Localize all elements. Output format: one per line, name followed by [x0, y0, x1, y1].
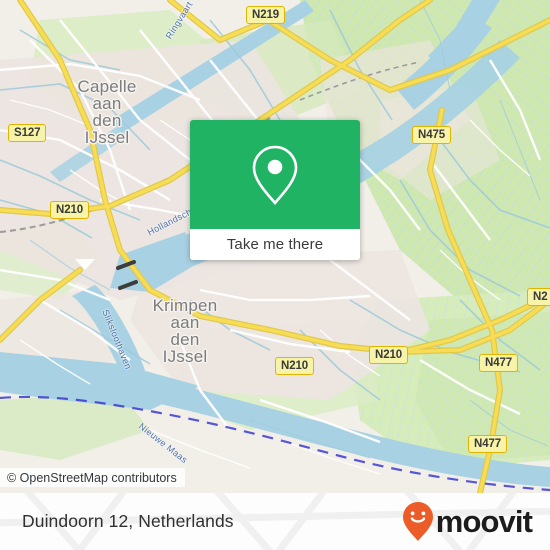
road-shield-n475[interactable]: N475 [412, 126, 452, 144]
location-popup[interactable]: Take me there [190, 120, 360, 260]
popup-body: Take me there [190, 120, 360, 260]
road-shield-n2-clipped[interactable]: N2 [527, 288, 550, 306]
moovit-logo[interactable]: moovit [402, 502, 533, 541]
popup-pointer-tail [75, 259, 95, 270]
take-me-there-label: Take me there [226, 236, 324, 253]
popup-action-bar[interactable]: Take me there [190, 229, 360, 260]
road-shield-n210-south[interactable]: N210 [275, 357, 315, 375]
road-shield-n210-southeast[interactable]: N210 [369, 346, 409, 364]
map-screen: Capelle aan den IJssel Krimpen aan den I… [0, 0, 550, 550]
moovit-wordmark: moovit [435, 504, 533, 539]
road-shield-n477-east[interactable]: N477 [479, 354, 519, 372]
moovit-smiley-pin-icon [402, 502, 433, 541]
road-shield-n477-southeast[interactable]: N477 [468, 435, 508, 453]
footer-bar: Duindoorn 12, Netherlands moovit [0, 493, 550, 550]
map-canvas[interactable]: Capelle aan den IJssel Krimpen aan den I… [0, 0, 550, 493]
road-shield-n210-west[interactable]: N210 [50, 201, 90, 219]
popup-image-area [190, 120, 360, 229]
map-pin-icon [252, 145, 298, 205]
road-shield-n219[interactable]: N219 [246, 6, 286, 24]
road-shield-s127[interactable]: S127 [8, 124, 47, 142]
map-attribution[interactable]: © OpenStreetMap contributors [0, 468, 185, 487]
address-label: Duindoorn 12, Netherlands [22, 511, 234, 531]
attribution-text: © OpenStreetMap contributors [7, 470, 177, 485]
